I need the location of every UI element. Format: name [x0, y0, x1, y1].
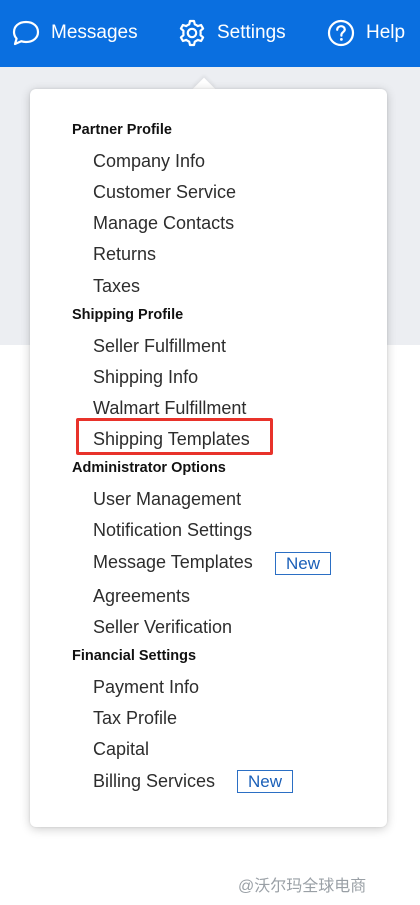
menu-item-seller-verification[interactable]: Seller Verification — [93, 617, 232, 638]
watermark-text: @沃尔玛全球电商 — [238, 878, 367, 895]
menu-item-billing-services[interactable]: Billing Services — [93, 771, 215, 792]
menu-item-agreements[interactable]: Agreements — [93, 586, 190, 607]
new-badge: New — [275, 552, 332, 575]
menu-item-tax-profile[interactable]: Tax Profile — [93, 708, 177, 729]
menu-item-user-management[interactable]: User Management — [93, 489, 241, 510]
chat-bubble-icon — [11, 19, 41, 47]
menu-item-customer-service[interactable]: Customer Service — [93, 182, 236, 203]
menu-item-taxes[interactable]: Taxes — [93, 276, 140, 297]
menu-item-walmart-fulfillment[interactable]: Walmart Fulfillment — [93, 398, 246, 419]
new-badge: New — [237, 770, 294, 793]
top-navigation-bar: Messages Settings Help — [0, 0, 420, 67]
menu-item-message-templates[interactable]: Message Templates — [93, 552, 253, 573]
help-nav-item[interactable]: Help — [326, 17, 405, 49]
section-heading-financial-settings: Financial Settings — [72, 648, 197, 664]
section-heading-shipping-profile: Shipping Profile — [72, 307, 184, 323]
help-circle-icon — [326, 18, 356, 48]
section-heading-partner-profile: Partner Profile — [72, 122, 172, 138]
menu-item-payment-info[interactable]: Payment Info — [93, 677, 199, 698]
caret-joint — [186, 89, 222, 99]
settings-dropdown-menu: Partner Profile Company Info Customer Se… — [30, 89, 387, 827]
menu-item-notification-settings[interactable]: Notification Settings — [93, 520, 252, 541]
messages-nav-item[interactable]: Messages — [11, 17, 138, 49]
menu-item-company-info[interactable]: Company Info — [93, 151, 205, 172]
gear-icon — [177, 18, 207, 48]
settings-label: Settings — [217, 22, 286, 43]
settings-nav-item[interactable]: Settings — [177, 17, 286, 49]
help-label: Help — [366, 22, 406, 43]
menu-item-seller-fulfillment[interactable]: Seller Fulfillment — [93, 336, 226, 357]
menu-item-manage-contacts[interactable]: Manage Contacts — [93, 213, 234, 234]
menu-item-shipping-templates[interactable]: Shipping Templates — [93, 429, 250, 450]
section-heading-administrator-options: Administrator Options — [72, 460, 226, 476]
menu-item-returns[interactable]: Returns — [93, 244, 156, 265]
menu-item-capital[interactable]: Capital — [93, 739, 149, 760]
messages-label: Messages — [51, 22, 138, 43]
menu-item-shipping-info[interactable]: Shipping Info — [93, 367, 198, 388]
